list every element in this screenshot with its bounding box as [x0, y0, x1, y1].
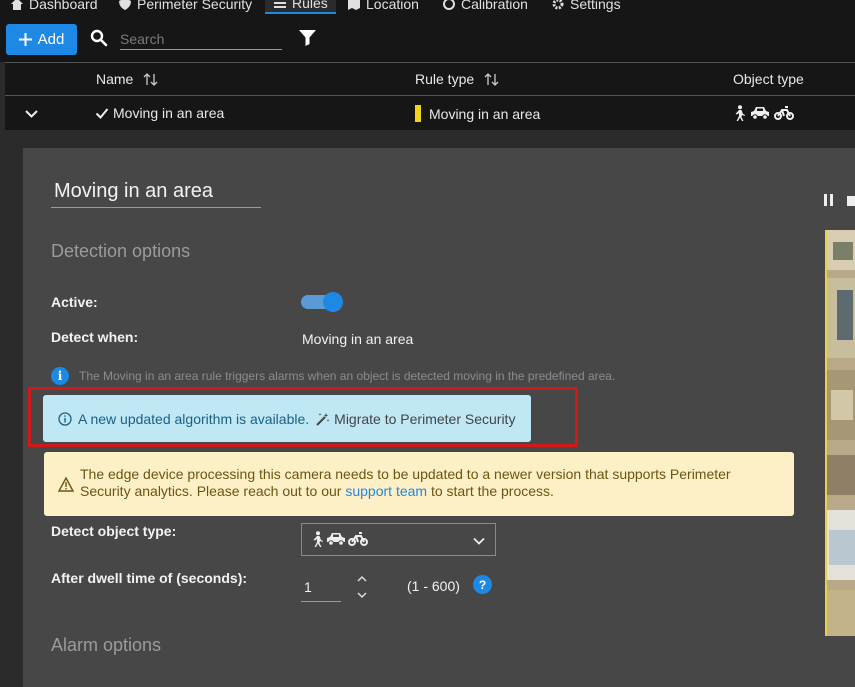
person-icon	[735, 105, 745, 121]
calibration-icon	[443, 0, 455, 10]
top-nav: Dashboard Perimeter Security Rules Locat…	[0, 0, 855, 16]
chevron-down-icon	[473, 537, 485, 545]
selected-object-types	[311, 531, 368, 547]
nav-dashboard[interactable]: Dashboard	[10, 0, 98, 14]
nav-settings[interactable]: Settings	[551, 0, 621, 14]
car-icon	[327, 533, 345, 546]
warning-text-end: to start the process.	[427, 483, 554, 499]
checkmark-icon	[95, 108, 109, 119]
column-header-name[interactable]: Name	[96, 71, 158, 87]
detection-options-title: Detection options	[51, 241, 191, 261]
detect-when-label: Detect when:	[51, 329, 139, 345]
nav-perimeter-security-label: Perimeter Security	[137, 0, 253, 12]
nav-location[interactable]: Location	[347, 0, 419, 14]
pause-icon[interactable]	[823, 193, 835, 207]
map-icon	[348, 0, 360, 10]
algorithm-update-banner: A new updated algorithm is available. Mi…	[43, 395, 531, 442]
car-icon	[751, 107, 769, 120]
nav-perimeter-security[interactable]: Perimeter Security	[118, 0, 252, 14]
rule-type-color-bar	[415, 105, 421, 122]
algorithm-update-text: A new updated algorithm is available.	[78, 410, 310, 427]
add-button-label: Add	[37, 31, 65, 48]
filter-icon[interactable]	[299, 29, 316, 46]
toggle-knob	[323, 292, 343, 312]
number-stepper-icon[interactable]	[355, 574, 369, 602]
object-type-cell	[733, 105, 794, 121]
search-icon	[90, 29, 108, 47]
nav-calibration[interactable]: Calibration	[442, 0, 528, 14]
person-icon	[313, 531, 323, 547]
column-name-label: Name	[96, 71, 134, 87]
edge-device-warning: The edge device processing this camera n…	[44, 452, 794, 516]
sort-icon[interactable]	[484, 72, 499, 87]
table-header: Name Rule type Object type	[5, 62, 855, 96]
rule-type-text: Moving in an area	[429, 105, 541, 122]
info-outline-icon	[58, 411, 72, 426]
object-type-select[interactable]	[301, 523, 496, 556]
warning-icon	[58, 477, 74, 492]
detect-object-type-label: Detect object type:	[51, 523, 177, 539]
nav-calibration-label: Calibration	[461, 0, 528, 12]
active-label: Active:	[51, 294, 98, 310]
add-button[interactable]: Add	[6, 24, 77, 55]
info-icon: i	[51, 367, 69, 385]
dwell-time-input[interactable]: 1	[301, 572, 341, 602]
dwell-time-label: After dwell time of (seconds):	[51, 570, 248, 586]
migrate-link-label: Migrate to Perimeter Security	[334, 410, 516, 427]
camera-preview[interactable]	[825, 230, 855, 636]
active-toggle[interactable]	[301, 292, 343, 312]
dwell-time-range: (1 - 600)	[407, 578, 460, 594]
plus-icon	[18, 33, 32, 46]
nav-rules-label: Rules	[292, 0, 328, 11]
table-row[interactable]: Moving in an area Moving in an area	[5, 96, 855, 130]
column-header-rule-type[interactable]: Rule type	[415, 71, 499, 87]
nav-settings-label: Settings	[570, 0, 621, 12]
home-icon	[11, 0, 23, 10]
detect-when-value: Moving in an area	[302, 331, 414, 347]
bike-icon	[348, 532, 368, 546]
rule-info-text: The Moving in an area rule triggers alar…	[79, 369, 616, 383]
rule-type-cell: Moving in an area	[415, 105, 540, 122]
nav-rules[interactable]: Rules	[265, 0, 336, 14]
toolbar: Add	[0, 16, 855, 62]
column-rule-type-label: Rule type	[415, 71, 475, 87]
sort-icon[interactable]	[143, 72, 158, 87]
rule-name-input[interactable]: Moving in an area	[51, 180, 261, 208]
rule-name-text: Moving in an area	[113, 105, 225, 121]
help-icon[interactable]: ?	[473, 575, 492, 594]
magic-wand-icon	[316, 412, 330, 426]
column-header-object-type: Object type	[733, 71, 804, 87]
migrate-link[interactable]: Migrate to Perimeter Security	[315, 411, 515, 427]
nav-location-label: Location	[366, 0, 419, 12]
nav-dashboard-label: Dashboard	[29, 0, 98, 12]
list-icon	[274, 2, 286, 8]
alarm-options-title: Alarm options	[51, 635, 162, 655]
shield-icon	[119, 0, 131, 10]
snapshot-icon[interactable]	[847, 193, 855, 207]
search-input[interactable]	[120, 28, 282, 50]
support-team-link[interactable]: support team	[345, 483, 427, 499]
rule-name-cell: Moving in an area	[95, 105, 224, 121]
column-object-type-label: Object type	[733, 71, 804, 87]
bike-icon	[774, 106, 794, 120]
gear-icon	[552, 0, 564, 10]
warning-text: The edge device processing this camera n…	[80, 466, 780, 500]
chevron-down-icon[interactable]	[24, 106, 39, 121]
rule-info-message: i The Moving in an area rule triggers al…	[51, 367, 615, 385]
